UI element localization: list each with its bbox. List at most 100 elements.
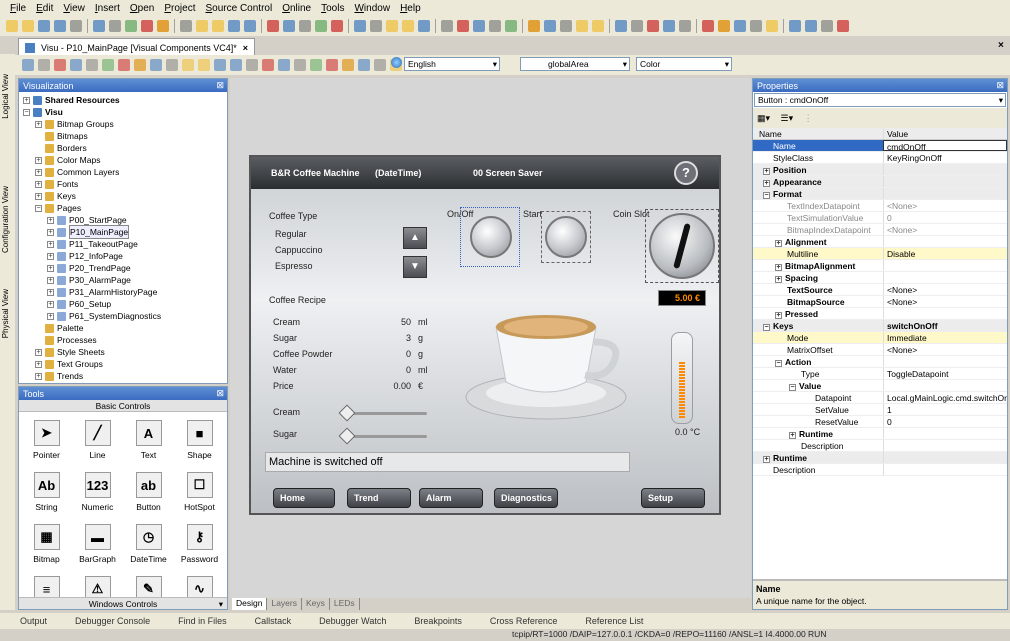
property-value[interactable] (883, 188, 1007, 199)
expand-icon[interactable]: + (35, 192, 42, 200)
tree-item[interactable]: + Color Maps (23, 154, 227, 166)
toolbar-icon[interactable] (22, 59, 34, 71)
toolbar-icon[interactable] (560, 20, 572, 32)
coffee-type-cappuccino[interactable]: Cappuccino (275, 245, 323, 255)
tool-bargraph[interactable]: ▬ BarGraph (72, 522, 123, 570)
property-row[interactable]: SetValue 1 (753, 404, 1007, 416)
toolbar-icon[interactable] (821, 20, 833, 32)
tree-item[interactable]: + Fonts (23, 178, 227, 190)
toolbar-icon[interactable] (283, 20, 295, 32)
output-tab-cross-reference[interactable]: Cross Reference (490, 616, 558, 626)
categorize-icon[interactable]: ▦▾ (757, 113, 770, 123)
close-icon[interactable]: ⊠ (216, 388, 224, 399)
expand-icon[interactable]: + (789, 432, 796, 439)
tree-item[interactable]: +Borders (23, 142, 227, 154)
filter-icon[interactable]: ⋮ (804, 113, 813, 123)
toolbar-icon[interactable] (150, 59, 162, 71)
help-button[interactable]: ? (674, 161, 698, 185)
property-value[interactable]: cmdOnOff (883, 140, 1007, 151)
color-mode-select[interactable]: Color ▾ (636, 57, 732, 71)
toolbar-icon[interactable] (342, 59, 354, 71)
property-value[interactable]: Immediate (883, 332, 1007, 343)
tree-item[interactable]: +Bitmaps (23, 130, 227, 142)
property-value[interactable]: <None> (883, 284, 1007, 295)
expand-icon[interactable]: + (47, 264, 54, 272)
menu-online[interactable]: Online (282, 3, 311, 14)
toolbar-icon[interactable] (267, 20, 279, 32)
coffee-type-espresso[interactable]: Espresso (275, 261, 313, 271)
property-row[interactable]: + Position (753, 164, 1007, 176)
design-tab-leds[interactable]: LEDs (330, 598, 360, 610)
tree-item[interactable]: + P60_Setup (23, 298, 227, 310)
property-row[interactable]: Description (753, 440, 1007, 452)
toolbar-icon[interactable] (278, 59, 290, 71)
design-tab-keys[interactable]: Keys (302, 598, 330, 610)
tree-item[interactable]: + Keys (23, 190, 227, 202)
toolbar-icon[interactable] (331, 20, 343, 32)
down-arrow-button[interactable]: ▼ (403, 256, 427, 278)
toolbar-icon[interactable] (118, 59, 130, 71)
tree-item[interactable]: − Pages (23, 202, 227, 214)
sugar-slider-thumb[interactable] (338, 427, 356, 445)
toolbar-icon[interactable] (180, 20, 192, 32)
property-row[interactable]: BitmapSource <None> (753, 296, 1007, 308)
property-row[interactable]: Description (753, 464, 1007, 476)
toolbar-icon[interactable] (86, 59, 98, 71)
tool-pointer[interactable]: ➤ Pointer (21, 418, 72, 466)
toolbar-icon[interactable] (374, 59, 386, 71)
toolbar-icon[interactable] (198, 59, 210, 71)
property-value[interactable] (883, 452, 1007, 463)
collapse-icon[interactable]: − (763, 324, 770, 331)
expand-icon[interactable]: + (47, 216, 54, 224)
toolbar-icon[interactable] (93, 20, 105, 32)
diagnostics-button[interactable]: Diagnostics (494, 488, 558, 508)
expand-icon[interactable]: + (23, 96, 30, 104)
tool-numeric[interactable]: 123 Numeric (72, 470, 123, 518)
alarm-button[interactable]: Alarm (419, 488, 483, 508)
toolbar-icon[interactable] (358, 59, 370, 71)
property-value[interactable]: <None> (883, 224, 1007, 235)
sort-icon[interactable]: ☰▾ (781, 113, 794, 123)
property-row[interactable]: TextSource <None> (753, 284, 1007, 296)
toolbar-icon[interactable] (141, 20, 153, 32)
toolbar-icon[interactable] (528, 20, 540, 32)
tree-item[interactable]: + P11_TakeoutPage (23, 238, 227, 250)
toolbar-icon[interactable] (386, 20, 398, 32)
expand-icon[interactable]: + (35, 348, 42, 356)
output-tab-breakpoints[interactable]: Breakpoints (414, 616, 462, 626)
toolbar-icon[interactable] (38, 59, 50, 71)
output-tab-debugger-watch[interactable]: Debugger Watch (319, 616, 386, 626)
toolbar-icon[interactable] (166, 59, 178, 71)
output-tab-debugger-console[interactable]: Debugger Console (75, 616, 150, 626)
property-row[interactable]: TextIndexDatapoint <None> (753, 200, 1007, 212)
toolbar-icon[interactable] (615, 20, 627, 32)
property-row[interactable]: + Spacing (753, 272, 1007, 284)
toolbar-icon[interactable] (441, 20, 453, 32)
tool-password[interactable]: ⚷ Password (174, 522, 225, 570)
tree-item[interactable]: + Style Sheets (23, 346, 227, 358)
menu-window[interactable]: Window (354, 3, 390, 14)
tool-line[interactable]: ╱ Line (72, 418, 123, 466)
property-value[interactable] (883, 272, 1007, 283)
close-icon[interactable]: ⊠ (216, 80, 224, 91)
toolbar-icon[interactable] (473, 20, 485, 32)
expand-icon[interactable]: + (763, 180, 770, 187)
property-row[interactable]: StyleClass KeyRingOnOff (753, 152, 1007, 164)
tools-footer[interactable]: Windows Controls ▾ (19, 597, 227, 609)
object-select[interactable]: Button : cmdOnOff ▾ (754, 93, 1006, 107)
toolbar-icon[interactable] (402, 20, 414, 32)
property-row[interactable]: TextSimulationValue 0 (753, 212, 1007, 224)
property-value[interactable]: KeyRingOnOff (883, 152, 1007, 163)
tree-item[interactable]: + P31_AlarmHistoryPage (23, 286, 227, 298)
property-row[interactable]: − Keys switchOnOff (753, 320, 1007, 332)
property-row[interactable]: + Pressed (753, 308, 1007, 320)
toolbar-icon[interactable] (22, 20, 34, 32)
property-row[interactable]: ResetValue 0 (753, 416, 1007, 428)
menu-project[interactable]: Project (164, 3, 195, 14)
property-value[interactable]: 1 (883, 404, 1007, 415)
toolbar-icon[interactable] (294, 59, 306, 71)
tree-item[interactable]: + P20_TrendPage (23, 262, 227, 274)
expand-icon[interactable]: + (35, 360, 42, 368)
tool-bitmap[interactable]: ▦ Bitmap (21, 522, 72, 570)
toolbar-icon[interactable] (370, 20, 382, 32)
